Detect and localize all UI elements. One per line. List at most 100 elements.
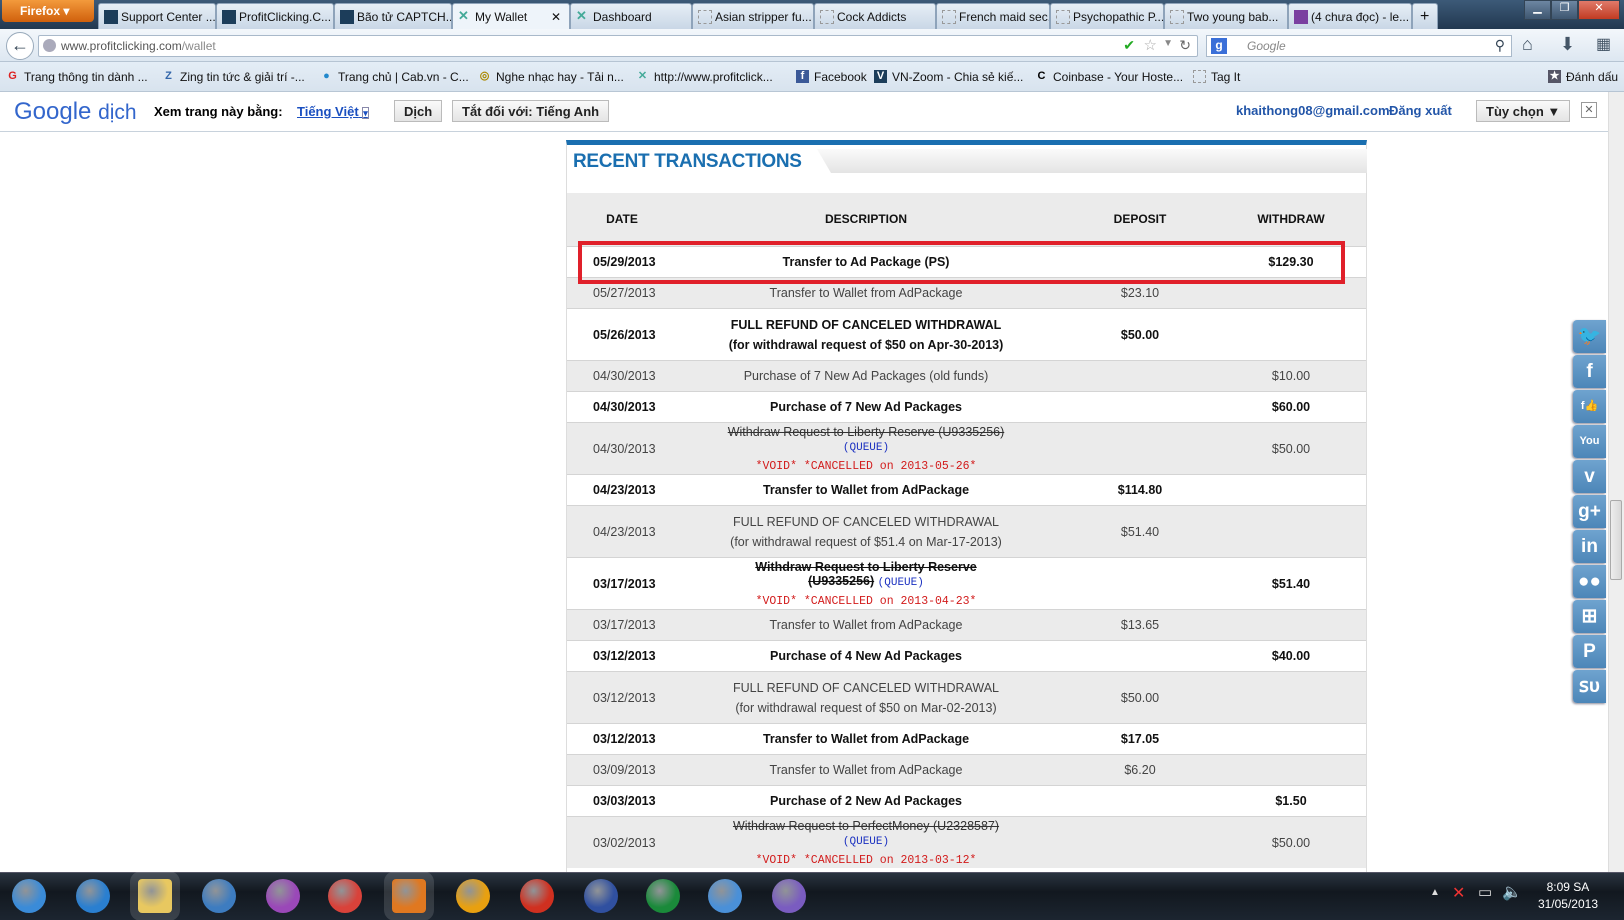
bookmark-favicon-icon: C: [1037, 70, 1046, 82]
bookmark-item[interactable]: Tag It: [1193, 70, 1240, 84]
translate-button[interactable]: Dịch: [394, 100, 443, 122]
queue-status: (QUEUE): [842, 441, 890, 454]
row-date: 03/09/2013: [593, 763, 656, 777]
search-input[interactable]: g Google ⚲: [1206, 35, 1512, 57]
download-icon[interactable]: ⬇: [1560, 34, 1575, 55]
flickr-icon[interactable]: ●●: [1573, 565, 1606, 598]
row-description: Transfer to Wallet from AdPackage: [726, 618, 1006, 632]
logout-link[interactable]: Đăng xuất: [1389, 103, 1452, 118]
volume-icon[interactable]: 🔈: [1502, 882, 1522, 902]
security-shield-icon[interactable]: [708, 879, 742, 913]
clock[interactable]: 8:09 SA 31/05/2013: [1538, 879, 1598, 913]
scrollbar[interactable]: [1608, 92, 1624, 872]
bookmark-item[interactable]: V VN-Zoom - Chia sẻ kiế...: [874, 70, 1023, 84]
tab-close-icon[interactable]: ✕: [551, 10, 561, 24]
google-plus-icon[interactable]: g+: [1573, 495, 1606, 528]
tab-2[interactable]: ProfitClicking.C...: [216, 3, 334, 29]
advanced-app-icon[interactable]: [520, 879, 554, 913]
youtube-icon[interactable]: You: [1573, 425, 1606, 458]
navigation-bar: ← www.profitclicking.com/wallet ✔ ☆ ▼ ↻ …: [0, 29, 1624, 62]
tab-6[interactable]: Asian stripper fu...: [692, 3, 814, 29]
tab-4[interactable]: ✕ My Wallet ✕: [452, 3, 570, 29]
stumbleupon-icon[interactable]: ꜱᴜ: [1573, 670, 1606, 703]
chrome-icon[interactable]: [328, 879, 362, 913]
firefox-menu-button[interactable]: Firefox ▾: [2, 0, 94, 22]
row-deposit: $23.10: [1120, 286, 1160, 300]
network-icon[interactable]: ▭: [1478, 883, 1492, 901]
tab-favicon-icon: [820, 10, 834, 24]
bookmark-item[interactable]: G Trang thông tin dành ...: [6, 70, 147, 84]
minimize-button[interactable]: ▁: [1524, 0, 1551, 20]
network-error-icon[interactable]: ✕: [1452, 883, 1465, 903]
bookmarks-menu[interactable]: ★ Đánh dấu: [1548, 70, 1618, 84]
table-row: 03/12/2013 FULL REFUND OF CANCELED WITHDR…: [567, 671, 1366, 723]
facebook-icon[interactable]: f: [1573, 355, 1606, 388]
yahoo-messenger-icon[interactable]: [266, 879, 300, 913]
tab-label: Bão tử CAPTCH...: [357, 10, 452, 24]
tab-3[interactable]: Bão tử CAPTCH...: [334, 3, 452, 29]
linkedin-icon[interactable]: in: [1573, 530, 1606, 563]
description-detail: (for withdrawal request of $51.4 on Mar-…: [730, 534, 1002, 549]
windows-icon[interactable]: ⊞: [1573, 600, 1606, 633]
history-dropdown-icon[interactable]: ▼: [1163, 38, 1173, 49]
home-icon[interactable]: ⌂: [1522, 34, 1533, 55]
tab-1[interactable]: Support Center ...: [98, 3, 216, 29]
file-explorer-icon[interactable]: [138, 879, 172, 913]
scrollbar-thumb[interactable]: [1610, 500, 1622, 580]
addons-icon[interactable]: ▦: [1596, 34, 1611, 54]
url-bar[interactable]: www.profitclicking.com/wallet ✔ ☆ ▼ ↻: [38, 35, 1198, 57]
twitter-icon[interactable]: 🐦: [1573, 320, 1606, 353]
bookmark-item[interactable]: Z Zing tin tức & giải trí -...: [162, 70, 305, 84]
vimeo-icon[interactable]: v: [1573, 460, 1606, 493]
reload-icon[interactable]: ↻: [1179, 37, 1191, 54]
table-row: 04/30/2013 Purchase of 7 New Ad Packages …: [567, 360, 1366, 391]
new-tab-button[interactable]: +: [1412, 3, 1438, 29]
aimp-icon[interactable]: [456, 879, 490, 913]
firefox-icon[interactable]: [392, 879, 426, 913]
verified-icon: ✔: [1123, 37, 1135, 53]
facebook-like-icon[interactable]: f👍: [1573, 390, 1606, 423]
bookmark-item[interactable]: ● Trang chủ | Cab.vn - C...: [320, 70, 469, 84]
header-withdraw: WITHDRAW: [1257, 212, 1325, 226]
row-date: 05/26/2013: [593, 327, 656, 342]
close-window-button[interactable]: ✕: [1578, 0, 1620, 20]
close-icon[interactable]: ✕: [1581, 102, 1597, 118]
tab-5[interactable]: ✕ Dashboard: [570, 3, 692, 29]
internet-explorer-icon[interactable]: [76, 879, 110, 913]
bookmark-item[interactable]: ◎ Nghe nhạc hay - Tải n...: [478, 70, 624, 84]
options-button[interactable]: Tùy chọn ▼: [1476, 100, 1571, 122]
utorrent-icon[interactable]: [646, 879, 680, 913]
row-deposit: $6.20: [1124, 763, 1156, 777]
language-select[interactable]: Tiếng Việt ▾: [297, 104, 369, 119]
row-deposit: $13.65: [1120, 618, 1160, 632]
bookmark-item[interactable]: C Coinbase - Your Hoste...: [1035, 70, 1184, 84]
reader-icon[interactable]: [584, 879, 618, 913]
tab-11[interactable]: (4 chưa đọc) - le...: [1288, 3, 1412, 29]
tab-favicon-icon: [340, 10, 354, 24]
turn-off-button[interactable]: Tắt đối với: Tiếng Anh: [452, 100, 610, 122]
google-engine-icon[interactable]: g: [1211, 38, 1227, 54]
media-player-icon[interactable]: [202, 879, 236, 913]
row-withdraw: $50.00: [1271, 441, 1311, 456]
tab-label: (4 chưa đọc) - le...: [1311, 10, 1410, 24]
pinterest-icon[interactable]: P: [1573, 635, 1606, 668]
header-deposit: DEPOSIT: [1113, 212, 1167, 226]
maximize-button[interactable]: ❐: [1551, 0, 1578, 20]
bookmark-item[interactable]: f Facebook: [796, 70, 867, 84]
visual-studio-icon[interactable]: [772, 879, 806, 913]
tab-9[interactable]: Psychopathic P...: [1050, 3, 1164, 29]
start-icon[interactable]: [12, 879, 46, 913]
tab-10[interactable]: Two young bab...: [1164, 3, 1288, 29]
table-row: 05/26/2013 FULL REFUND OF CANCELED WITHDR…: [567, 308, 1366, 360]
tray-expand-icon[interactable]: ▲: [1430, 887, 1440, 898]
bookmark-item[interactable]: ✕ http://www.profitclick...: [636, 70, 773, 84]
tab-8[interactable]: French maid sec...: [936, 3, 1050, 29]
tab-label: Cock Addicts: [837, 10, 907, 24]
search-icon[interactable]: ⚲: [1495, 37, 1505, 54]
tab-7[interactable]: Cock Addicts: [814, 3, 936, 29]
back-button[interactable]: ←: [6, 32, 34, 60]
description-text: FULL REFUND OF CANCELED WITHDRAWAL: [733, 680, 999, 695]
row-date: 03/12/2013: [593, 690, 656, 705]
table-row: 03/03/2013 Purchase of 2 New Ad Packages $…: [567, 785, 1366, 816]
bookmark-star-icon[interactable]: ☆: [1144, 36, 1157, 54]
